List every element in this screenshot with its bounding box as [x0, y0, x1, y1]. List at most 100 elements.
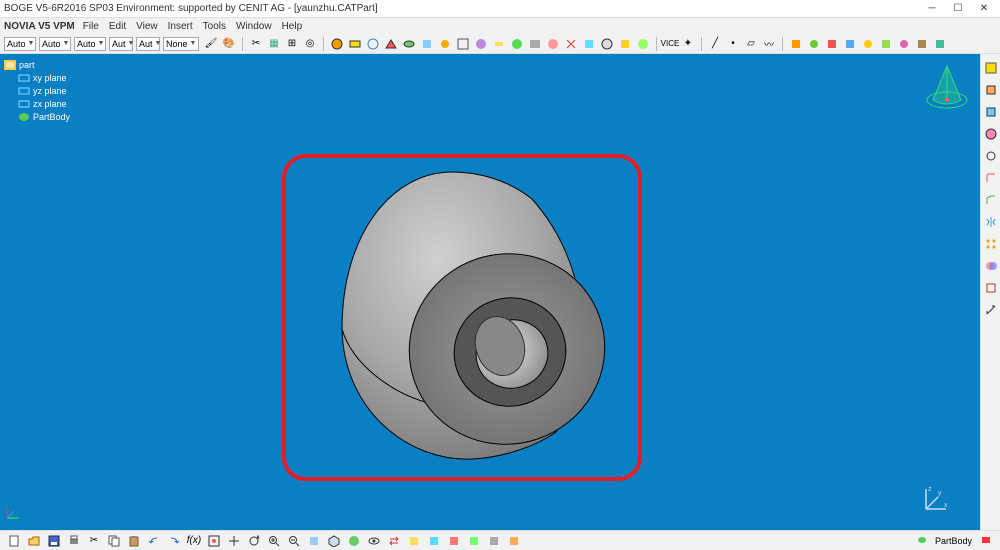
tree-yz[interactable]: yz plane [18, 84, 70, 97]
point-icon[interactable]: • [725, 36, 741, 52]
hole-icon[interactable] [983, 148, 999, 164]
chamfer-icon[interactable] [983, 192, 999, 208]
shape-icon[interactable] [617, 36, 633, 52]
paste-icon[interactable] [126, 533, 142, 549]
save-icon[interactable] [46, 533, 62, 549]
pocket-icon[interactable] [983, 104, 999, 120]
combo-1[interactable]: Auto▼ [4, 37, 36, 51]
shape-icon[interactable] [527, 36, 543, 52]
tree-root[interactable]: part [4, 58, 70, 71]
tool-icon[interactable] [806, 36, 822, 52]
rotate-icon[interactable] [246, 533, 262, 549]
formula-icon[interactable]: f(x) [186, 533, 202, 549]
target-icon[interactable]: ◎ [302, 36, 318, 52]
tool-icon[interactable] [426, 533, 442, 549]
fillet-icon[interactable] [983, 170, 999, 186]
tree-zx[interactable]: zx plane [18, 97, 70, 110]
menu-edit[interactable]: Edit [109, 21, 126, 32]
combo-2[interactable]: Auto▼ [39, 37, 71, 51]
tool-icon[interactable] [506, 533, 522, 549]
tool-icon[interactable] [824, 36, 840, 52]
shape-icon[interactable] [365, 36, 381, 52]
pattern-icon[interactable] [983, 236, 999, 252]
tool-icon[interactable] [932, 36, 948, 52]
menu-window[interactable]: Window [236, 21, 272, 32]
fit-icon[interactable] [206, 533, 222, 549]
shape-icon[interactable] [419, 36, 435, 52]
paint-icon[interactable]: 🎨 [221, 36, 237, 52]
compass-icon[interactable] [920, 60, 974, 119]
shape-icon[interactable] [383, 36, 399, 52]
mirror-icon[interactable] [983, 214, 999, 230]
combo-4[interactable]: Aut▼ [109, 37, 133, 51]
tool-icon[interactable] [878, 36, 894, 52]
sketch-icon[interactable] [983, 60, 999, 76]
shape-icon[interactable] [437, 36, 453, 52]
measure-icon[interactable] [983, 302, 999, 318]
tool-icon[interactable] [788, 36, 804, 52]
tool-icon[interactable] [842, 36, 858, 52]
close-button[interactable]: ✕ [972, 2, 996, 16]
zoom-out-icon[interactable] [286, 533, 302, 549]
shape-icon[interactable] [455, 36, 471, 52]
tree-xy[interactable]: xy plane [18, 71, 70, 84]
combo-3[interactable]: Auto▼ [74, 37, 106, 51]
menu-help[interactable]: Help [282, 21, 303, 32]
zoom-in-icon[interactable] [266, 533, 282, 549]
pad-icon[interactable] [983, 82, 999, 98]
shape-icon[interactable] [509, 36, 525, 52]
copy-icon[interactable] [106, 533, 122, 549]
menu-view[interactable]: View [136, 21, 158, 32]
tool-icon[interactable] [406, 533, 422, 549]
shape-icon[interactable] [401, 36, 417, 52]
view-axis-icon[interactable]: z x y [918, 483, 950, 520]
tool-icon[interactable] [860, 36, 876, 52]
curve-icon[interactable]: 〰 [761, 36, 777, 52]
vice-icon[interactable]: VICE [662, 36, 678, 52]
redo-icon[interactable] [166, 533, 182, 549]
minimize-button[interactable]: ─ [920, 2, 944, 16]
render-icon[interactable] [346, 533, 362, 549]
viewport-3d[interactable]: part xy plane yz plane zx plane PartBody [0, 54, 980, 530]
tool-icon[interactable] [914, 36, 930, 52]
model-3d[interactable] [282, 154, 642, 481]
tool-icon[interactable] [896, 36, 912, 52]
print-icon[interactable] [66, 533, 82, 549]
plane-icon[interactable]: ▱ [743, 36, 759, 52]
shape-icon[interactable] [563, 36, 579, 52]
tool-icon[interactable] [486, 533, 502, 549]
status-flag-icon[interactable] [980, 535, 992, 547]
shape-icon[interactable] [491, 36, 507, 52]
combo-6[interactable]: None▼ [163, 37, 199, 51]
grid-icon[interactable]: ▦ [266, 36, 282, 52]
snap-icon[interactable]: ⊞ [284, 36, 300, 52]
new-icon[interactable] [6, 533, 22, 549]
shape-icon[interactable] [347, 36, 363, 52]
undo-icon[interactable] [146, 533, 162, 549]
menu-insert[interactable]: Insert [168, 21, 193, 32]
shape-icon[interactable] [599, 36, 615, 52]
tool-icon[interactable] [446, 533, 462, 549]
combo-5[interactable]: Aut▼ [136, 37, 160, 51]
cut-icon[interactable]: ✂ [248, 36, 264, 52]
restore-button[interactable]: ☐ [946, 2, 970, 16]
cut-icon[interactable]: ✂ [86, 533, 102, 549]
swap-icon[interactable] [386, 533, 402, 549]
shape-icon[interactable] [473, 36, 489, 52]
menu-file[interactable]: File [83, 21, 99, 32]
brush-icon[interactable]: 🖌 [203, 36, 219, 52]
boolean-icon[interactable] [983, 258, 999, 274]
pan-icon[interactable] [226, 533, 242, 549]
tree-partbody[interactable]: PartBody [18, 110, 70, 123]
open-icon[interactable] [26, 533, 42, 549]
iso-view-icon[interactable] [326, 533, 342, 549]
shape-icon[interactable] [635, 36, 651, 52]
normal-view-icon[interactable] [306, 533, 322, 549]
hide-icon[interactable] [366, 533, 382, 549]
shape-icon[interactable] [581, 36, 597, 52]
shape-icon[interactable] [545, 36, 561, 52]
shaft-icon[interactable] [983, 126, 999, 142]
line-icon[interactable]: ╱ [707, 36, 723, 52]
menu-tools[interactable]: Tools [203, 21, 226, 32]
tool-icon[interactable] [466, 533, 482, 549]
